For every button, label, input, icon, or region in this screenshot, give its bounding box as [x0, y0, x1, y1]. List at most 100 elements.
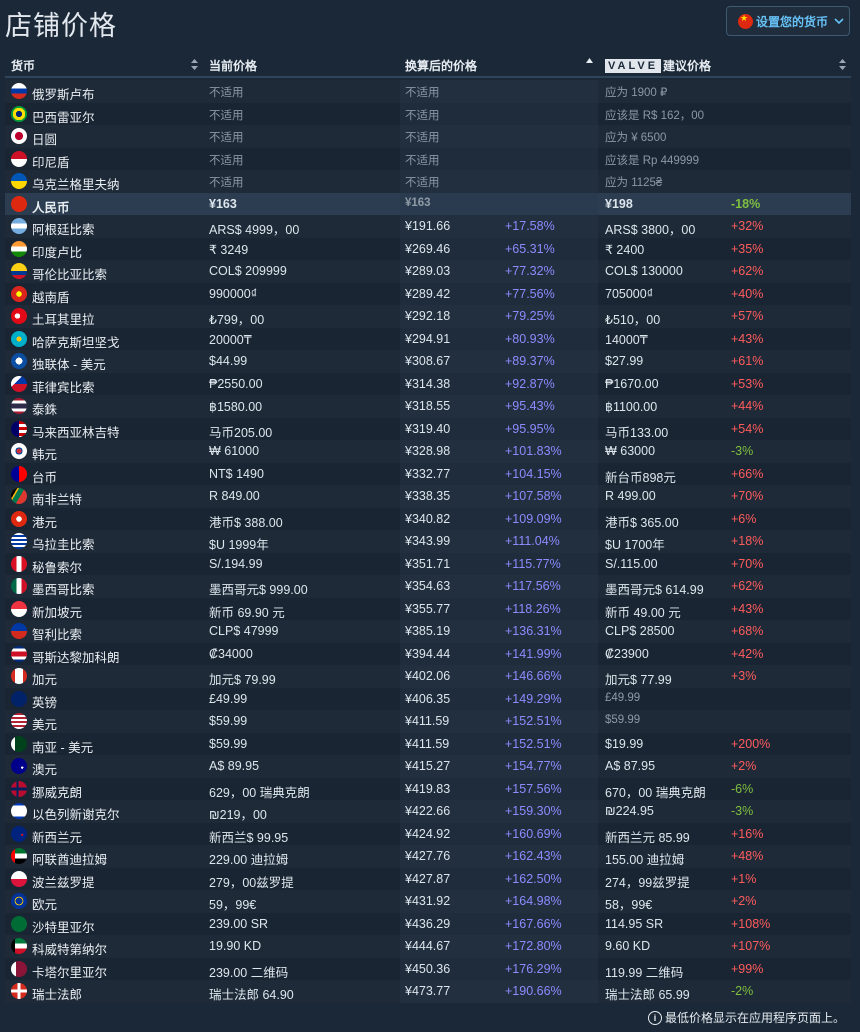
- sort-ascending-icon[interactable]: [586, 57, 593, 68]
- column-header-current-price[interactable]: 当前价格: [209, 57, 257, 74]
- currency-name: 港元: [32, 515, 58, 530]
- suggested-price: ₩ 63000: [605, 444, 656, 458]
- current-price: 墨西哥元$ 999.00: [209, 583, 308, 597]
- current-price: 不适用: [209, 87, 244, 99]
- suggested-diff: +70%: [731, 556, 764, 571]
- table-row: 波兰兹罗提 279，00兹罗提 ¥427.87 +162.50% 274，99兹罗提 +1…: [5, 867, 851, 890]
- flag-pl-icon: [11, 870, 27, 887]
- suggested-price: 155.00 迪拉姆: [605, 853, 685, 867]
- flag-il-icon: [11, 803, 27, 819]
- valve-logo: VALVE: [605, 58, 662, 73]
- converted-price: ¥318.55: [405, 399, 451, 413]
- table-row: 越南盾 990000₫ ¥289.42 +77.56% 705000₫ +40%: [5, 282, 851, 305]
- flag-tw-icon: [11, 465, 27, 482]
- set-currency-button[interactable]: 设置您的货币: [726, 6, 850, 36]
- converted-diff: +162.50%: [505, 871, 562, 886]
- suggested-price: 应该是 Rp 449999: [605, 154, 699, 167]
- current-price: 不适用: [209, 109, 244, 122]
- suggested-price: 9.60 KD: [605, 939, 651, 953]
- column-header-currency[interactable]: 货币: [11, 57, 35, 74]
- flag-sa-icon: [11, 915, 27, 932]
- suggested-diff: +1%: [731, 871, 757, 886]
- current-price: $U 1999年: [209, 538, 269, 552]
- column-header-converted-price[interactable]: 换算后的价格: [405, 57, 477, 74]
- converted-diff: +111.04%: [505, 534, 560, 548]
- suggested-diff: +61%: [731, 354, 764, 368]
- suggested-price: $19.99: [605, 736, 644, 751]
- converted-diff: +104.15%: [505, 466, 562, 481]
- converted-price: ¥394.44: [405, 646, 451, 661]
- flag-cr-icon: [11, 645, 27, 662]
- table-row: 菲律宾比索 ₱2550.00 ¥314.38 +92.87% ₱1670.00 +53%: [5, 372, 851, 395]
- flag-cis-icon: [11, 353, 27, 369]
- converted-price: 不适用: [405, 177, 440, 189]
- current-price: 20000₸: [209, 332, 252, 347]
- flag-vn-icon: [11, 285, 27, 302]
- table-row: 哈萨克斯坦坚戈 20000₸ ¥294.91 +80.93% 14000₸ +43%: [5, 327, 851, 350]
- suggested-price: ₡23900: [605, 646, 649, 661]
- flag-uy-icon: [11, 533, 27, 549]
- flag-th-icon: [11, 398, 27, 414]
- suggested-diff: +68%: [731, 624, 764, 638]
- flag-id-icon: [11, 150, 27, 167]
- table-header: 货币 当前价格 换算后的价格 VALVE 建议价格: [5, 51, 851, 78]
- current-price: 马币205.00: [209, 425, 273, 440]
- converted-price: ¥343.99: [405, 534, 451, 548]
- flag-gb-icon: [11, 690, 27, 707]
- converted-price: ¥473.77: [405, 984, 451, 998]
- table-row: 俄罗斯卢布 不适用 不适用 应为 1900 ₽: [5, 80, 851, 103]
- converted-price: ¥314.38: [405, 376, 451, 391]
- table-row: 墨西哥比索 墨西哥元$ 999.00 ¥354.63 +117.56% 墨西哥元$ 61…: [5, 575, 851, 598]
- currency-name: 英镑: [32, 695, 58, 710]
- current-price: 瑞士法郎 64.90: [209, 988, 294, 1002]
- suggested-diff: +54%: [731, 421, 764, 436]
- currency-name: 韩元: [32, 448, 58, 462]
- current-price: ₡34000: [209, 646, 253, 661]
- suggested-diff: +42%: [731, 646, 764, 661]
- sort-icon[interactable]: [839, 59, 846, 70]
- current-price: 港币$ 388.00: [209, 515, 283, 530]
- suggested-price: 670，00 瑞典克朗: [605, 785, 706, 800]
- table-row: 日圆 不适用 不适用 应为 ¥ 6500: [5, 125, 851, 148]
- current-price: ₱2550.00: [209, 376, 263, 391]
- current-price: 不适用: [209, 177, 244, 189]
- converted-price: ¥431.92: [405, 894, 451, 908]
- converted-price: ¥355.77: [405, 601, 451, 616]
- converted-diff: +149.29%: [505, 691, 562, 706]
- converted-diff: +154.77%: [505, 759, 562, 773]
- converted-price: ¥411.59: [405, 714, 450, 728]
- converted-price: ¥444.67: [405, 939, 451, 953]
- converted-diff: +17.58%: [505, 219, 555, 233]
- table-row: 阿联酋迪拉姆 229.00 迪拉姆 ¥427.76 +162.43% 155.00 迪拉…: [5, 845, 851, 868]
- flag-ar-icon: [11, 218, 27, 234]
- converted-price: ¥450.36: [405, 961, 451, 976]
- table-row: 秘鲁索尔 S/.194.99 ¥351.71 +115.77% S/.115.00 +70…: [5, 552, 851, 575]
- column-valve-suggested-label: 建议价格: [663, 59, 712, 73]
- current-price: 不适用: [209, 154, 244, 167]
- converted-diff: +190.66%: [505, 984, 562, 998]
- table-body: 俄罗斯卢布 不适用 不适用 应为 1900 ₽ 巴西雷亚尔 不适用 不适用 应该是 R$ 16…: [5, 80, 851, 1003]
- table-row: 瑞士法郎 瑞士法郎 64.90 ¥473.77 +190.66% 瑞士法郎 65.99 -…: [5, 980, 851, 1003]
- sort-icon[interactable]: [191, 59, 198, 70]
- current-price: $59.99: [209, 736, 248, 751]
- suggested-price: 新台币898元: [605, 470, 676, 485]
- column-header-valve-suggested[interactable]: VALVE 建议价格: [605, 57, 711, 74]
- currency-name: 哈萨克斯坦坚戈: [32, 335, 120, 350]
- converted-diff: +65.31%: [505, 241, 555, 256]
- suggested-price: ₱1670.00: [605, 376, 659, 391]
- converted-diff: +109.09%: [505, 511, 562, 526]
- converted-diff: +141.99%: [505, 646, 562, 661]
- flag-ae-icon: [11, 848, 27, 864]
- current-price: $44.99: [209, 354, 248, 368]
- current-price: 990000₫: [209, 286, 258, 301]
- table-row: 乌拉圭比索 $U 1999年 ¥343.99 +111.04% $U 1700年 +18%: [5, 530, 851, 553]
- converted-diff: +136.31%: [505, 624, 562, 638]
- table-row: 以色列新谢克尔 ₪219，00 ¥422.66 +159.30% ₪224.95 -3%: [5, 800, 851, 823]
- suggested-price: 马币133.00: [605, 425, 669, 440]
- table-row: 印尼盾 不适用 不适用 应该是 Rp 449999: [5, 147, 851, 170]
- flag-ru-icon: [11, 83, 27, 99]
- suggested-diff: +48%: [731, 849, 764, 863]
- page-title: 店铺价格: [5, 11, 117, 42]
- currency-name: 马来西亚林吉特: [32, 425, 120, 440]
- converted-price: ¥269.46: [405, 241, 451, 256]
